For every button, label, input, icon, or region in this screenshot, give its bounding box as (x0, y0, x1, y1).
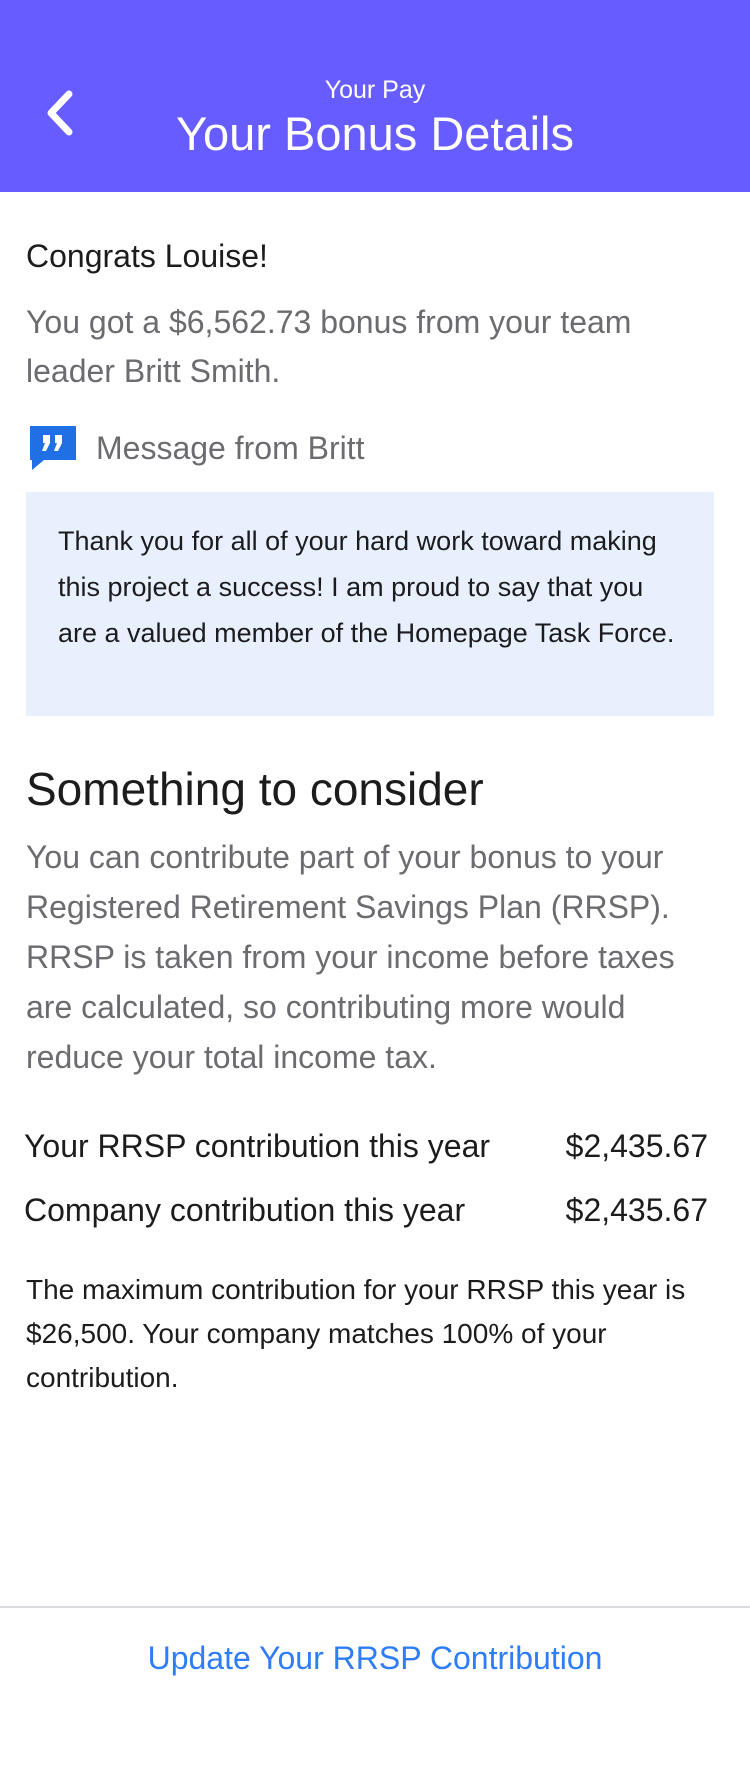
header-subtitle: Your Pay (324, 76, 426, 104)
update-rrsp-button[interactable]: Update Your RRSP Contribution (0, 1640, 750, 1677)
message-box: Thank you for all of your hard work towa… (26, 492, 714, 716)
company-contribution-amount: $2,435.67 (565, 1192, 708, 1228)
max-contribution-note: The maximum contribution for your RRSP t… (26, 1274, 686, 1393)
company-contribution-label: Company contribution this year (24, 1192, 466, 1228)
message-text: Thank you for all of your hard work towa… (58, 526, 675, 648)
greeting-text: Congrats Louise! (26, 238, 268, 274)
bonus-message: You got a $6,562.73 bonus from your team… (26, 304, 632, 389)
company-contribution-row: Company contribution this year $2,435.67 (24, 1192, 708, 1229)
rrsp-contribution-amount: $2,435.67 (565, 1128, 708, 1164)
quote-icon (30, 426, 76, 470)
rrsp-contribution-label: Your RRSP contribution this year (24, 1128, 491, 1164)
header-bar: Your Pay Your Bonus Details (0, 0, 750, 192)
page-title: Your Bonus Details (175, 107, 574, 160)
bottom-divider (0, 1606, 750, 1608)
consider-text: You can contribute part of your bonus to… (26, 839, 675, 1075)
consider-heading: Something to consider (26, 763, 484, 815)
message-label: Message from Britt (96, 429, 365, 466)
message-header: Message from Britt (28, 424, 365, 472)
rrsp-contribution-row: Your RRSP contribution this year $2,435.… (24, 1128, 708, 1165)
